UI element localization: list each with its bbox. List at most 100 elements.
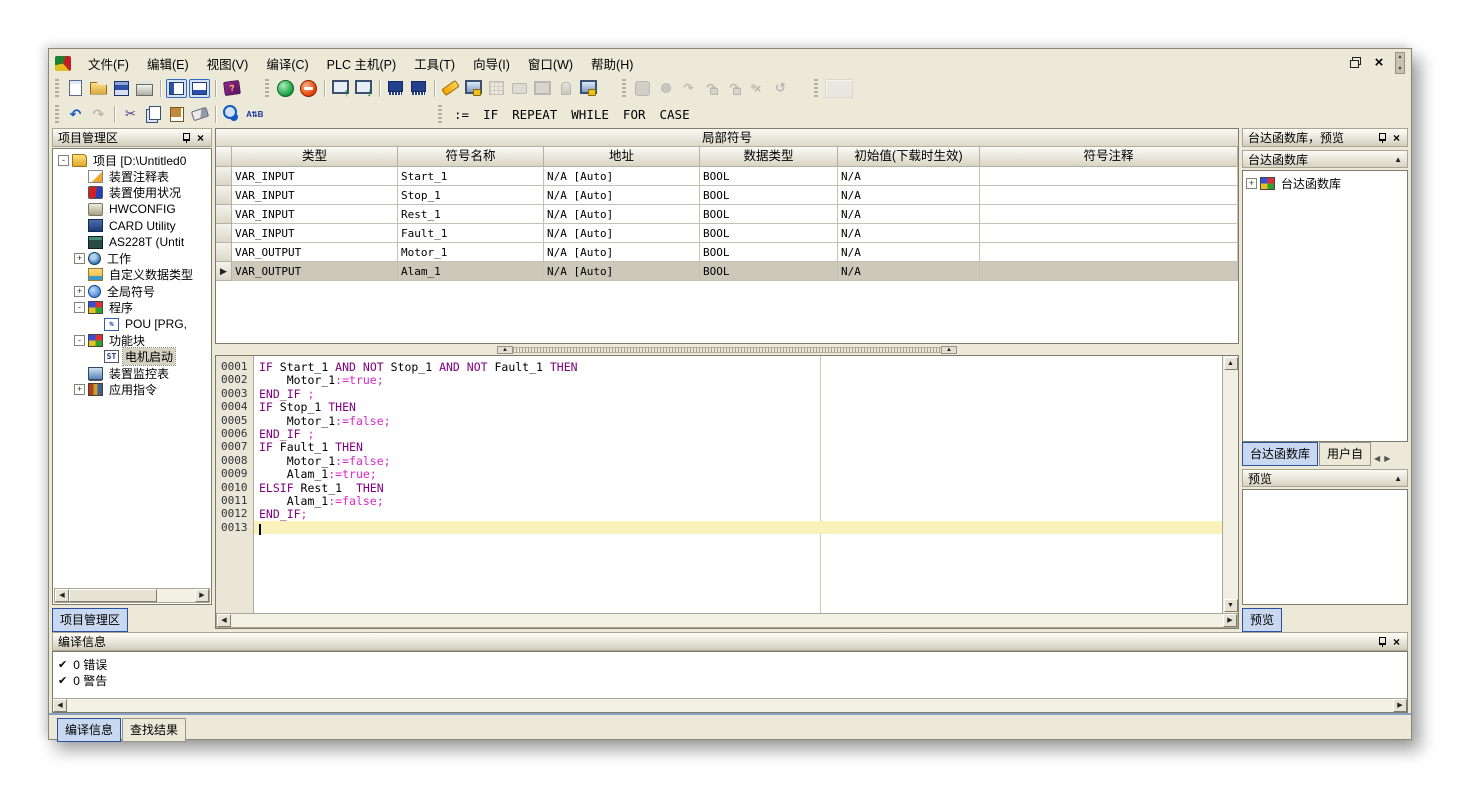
collapse-up-icon[interactable]: ▲ — [941, 346, 957, 354]
collapse-arrow-icon[interactable]: ▲ — [1394, 155, 1402, 164]
tab-scroll-right-icon[interactable]: ▶ — [1382, 451, 1392, 466]
row-selector[interactable] — [216, 167, 232, 186]
toolbar-handle[interactable] — [814, 79, 818, 97]
tree-item[interactable]: 装置使用状况 — [55, 185, 211, 201]
code-line[interactable]: IF Stop_1 THEN — [254, 400, 1222, 413]
table-row[interactable]: ▶VAR_OUTPUTAlam_1N/A [Auto]BOOLN/A — [216, 262, 1238, 281]
editor-hscrollbar[interactable]: ◀ ▶ — [216, 613, 1238, 628]
code-line[interactable]: Motor_1:=false; — [254, 454, 1222, 467]
row-selector[interactable] — [216, 205, 232, 224]
scroll-right-icon[interactable]: ▶ — [195, 589, 209, 602]
project-tree-hscrollbar[interactable]: ◀ ▶ — [54, 588, 210, 603]
tab-compile-message[interactable]: 编译信息 — [57, 718, 121, 742]
row-selector[interactable]: ▶ — [216, 262, 232, 281]
menu-item[interactable]: 视图(V) — [198, 51, 258, 76]
toolbar-handle[interactable] — [55, 79, 59, 97]
row-selector[interactable] — [216, 224, 232, 243]
tree-item[interactable]: ↹POU [PRG, — [55, 316, 211, 332]
st-keyword-button[interactable]: IF — [476, 105, 505, 124]
new-file-icon[interactable] — [65, 79, 86, 98]
save-icon[interactable] — [111, 79, 132, 98]
table-cell[interactable]: N/A — [838, 224, 980, 243]
tree-item[interactable]: ST电机启动 — [55, 349, 211, 365]
scroll-up-icon[interactable]: ▲ — [1224, 357, 1238, 370]
scroll-down-icon[interactable]: ▼ — [1224, 599, 1238, 612]
scroll-left-icon[interactable]: ◀ — [53, 699, 67, 712]
tree-item[interactable]: -程序 — [55, 300, 211, 316]
close-panel-icon[interactable]: × — [1391, 637, 1402, 647]
menu-item[interactable]: 编译(C) — [257, 51, 317, 76]
menu-item[interactable]: PLC 主机(P) — [318, 51, 405, 76]
st-keyword-button[interactable]: CASE — [653, 105, 697, 124]
expand-icon[interactable]: + — [74, 384, 85, 395]
table-cell[interactable]: Fault_1 — [398, 224, 544, 243]
tree-item[interactable]: 装置监控表 — [55, 365, 211, 381]
table-cell[interactable]: N/A [Auto] — [544, 205, 700, 224]
table-cell[interactable]: BOOL — [700, 186, 838, 205]
erase-icon[interactable] — [189, 105, 210, 124]
table-cell[interactable]: BOOL — [700, 262, 838, 281]
compile-panel-hscrollbar[interactable]: ◀ ▶ — [52, 698, 1408, 713]
table-cell[interactable]: N/A [Auto] — [544, 186, 700, 205]
table-cell[interactable]: Motor_1 — [398, 243, 544, 262]
close-icon[interactable] — [1369, 55, 1389, 71]
table-cell[interactable]: N/A — [838, 243, 980, 262]
tab-preview[interactable]: 预览 — [1242, 608, 1282, 632]
minimize-icon[interactable] — [1319, 55, 1339, 71]
expand-icon[interactable]: + — [74, 253, 85, 264]
code-line[interactable]: Alam_1:=true; — [254, 467, 1222, 480]
expand-icon[interactable]: + — [74, 286, 85, 297]
table-cell[interactable]: VAR_INPUT — [232, 224, 398, 243]
stop-icon[interactable] — [298, 79, 319, 98]
code-line[interactable]: END_IF ; — [254, 427, 1222, 440]
open-file-icon[interactable] — [88, 79, 109, 98]
tree-item[interactable]: +应用指令 — [55, 381, 211, 397]
upload-icon[interactable] — [330, 79, 351, 98]
menu-overflow-scrollbar[interactable]: ▲▼ — [1395, 52, 1405, 74]
device-monitor-on-icon[interactable] — [385, 79, 406, 98]
tree-item[interactable]: AS228T (Untit — [55, 234, 211, 250]
table-cell[interactable]: Rest_1 — [398, 205, 544, 224]
table-cell[interactable]: Alam_1 — [398, 262, 544, 281]
tab-find-result[interactable]: 查找结果 — [122, 718, 186, 742]
code-line[interactable]: ELSIF Rest_1 THEN — [254, 481, 1222, 494]
code-line[interactable] — [254, 521, 1222, 534]
table-cell[interactable]: VAR_OUTPUT — [232, 262, 398, 281]
row-selector[interactable] — [216, 186, 232, 205]
code-line[interactable]: IF Fault_1 THEN — [254, 440, 1222, 453]
table-cell[interactable]: N/A [Auto] — [544, 243, 700, 262]
table-cell[interactable]: VAR_INPUT — [232, 167, 398, 186]
menu-item[interactable]: 窗口(W) — [519, 51, 582, 76]
table-cell[interactable]: BOOL — [700, 205, 838, 224]
collapse-icon[interactable]: - — [74, 302, 85, 313]
online-monitor-icon[interactable] — [463, 79, 484, 98]
table-cell[interactable] — [980, 167, 1238, 186]
print-icon[interactable] — [134, 79, 155, 98]
table-editor-splitter[interactable]: ▲ ▲ — [215, 344, 1239, 355]
tab-user-defined[interactable]: 用户自 — [1319, 442, 1371, 466]
scroll-right-icon[interactable]: ▶ — [1393, 699, 1407, 712]
device-monitor-off-icon[interactable] — [408, 79, 429, 98]
table-cell[interactable]: N/A — [838, 262, 980, 281]
library-section-header[interactable]: 台达函数库 ▲ — [1242, 150, 1408, 168]
table-cell[interactable] — [980, 243, 1238, 262]
tab-delta-library[interactable]: 台达函数库 — [1242, 442, 1318, 466]
close-panel-icon[interactable]: × — [195, 133, 206, 143]
code-line[interactable]: END_IF ; — [254, 387, 1222, 400]
table-cell[interactable] — [980, 224, 1238, 243]
toolbar-handle[interactable] — [438, 105, 442, 123]
code-line[interactable]: Motor_1:=true; — [254, 373, 1222, 386]
menu-item[interactable]: 文件(F) — [79, 51, 138, 76]
table-cell[interactable]: BOOL — [700, 224, 838, 243]
layout-bottom-icon[interactable] — [189, 79, 210, 98]
editor-vscrollbar[interactable]: ▲ ▼ — [1222, 356, 1238, 613]
code-line[interactable]: Alam_1:=false; — [254, 494, 1222, 507]
table-cell[interactable]: BOOL — [700, 243, 838, 262]
table-cell[interactable]: N/A — [838, 205, 980, 224]
tree-item[interactable]: -功能块 — [55, 332, 211, 348]
scroll-left-icon[interactable]: ◀ — [217, 614, 231, 627]
preview-section-header[interactable]: 预览 ▲ — [1242, 469, 1408, 487]
table-cell[interactable]: VAR_INPUT — [232, 186, 398, 205]
tree-item[interactable]: CARD Utility — [55, 218, 211, 234]
table-cell[interactable]: VAR_INPUT — [232, 205, 398, 224]
